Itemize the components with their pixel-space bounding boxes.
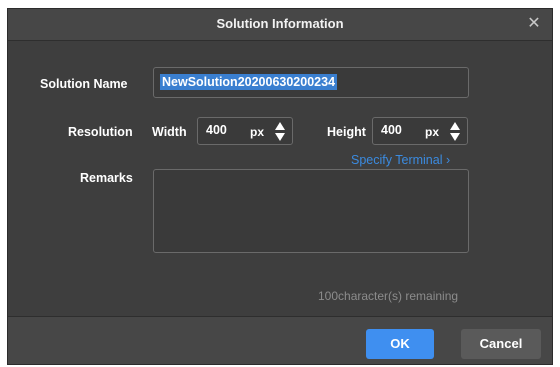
dialog-footer: OK Cancel	[8, 316, 552, 364]
remarks-character-counter: 100character(s) remaining	[318, 289, 459, 303]
arrow-down-icon[interactable]	[275, 133, 285, 141]
width-spin-arrows	[274, 121, 286, 143]
specify-terminal-link[interactable]: Specify Terminal ›	[351, 153, 450, 167]
width-value: 400	[206, 123, 227, 137]
dialog-title: Solution Information	[216, 16, 344, 31]
height-stepper[interactable]: 400 px	[372, 117, 468, 145]
width-unit: px	[250, 125, 265, 139]
close-icon[interactable]: ✕	[524, 14, 544, 34]
solution-name-value: NewSolution20200630200234	[160, 74, 338, 90]
solution-name-input[interactable]: NewSolution20200630200234	[153, 67, 469, 98]
remarks-label: Remarks	[80, 171, 133, 185]
height-label: Height	[327, 125, 366, 139]
ok-button[interactable]: OK	[366, 329, 434, 359]
height-value: 400	[381, 123, 402, 137]
arrow-down-icon[interactable]	[450, 133, 460, 141]
dialog-titlebar: Solution Information ✕	[8, 9, 552, 41]
width-label: Width	[152, 125, 187, 139]
solution-name-label: Solution Name	[40, 77, 128, 91]
solution-information-dialog: Solution Information ✕ Solution Name New…	[7, 8, 553, 365]
cancel-button[interactable]: Cancel	[461, 329, 541, 359]
height-unit: px	[425, 125, 440, 139]
resolution-label: Resolution	[68, 125, 133, 139]
width-stepper[interactable]: 400 px	[197, 117, 293, 145]
height-spin-arrows	[449, 121, 461, 143]
arrow-up-icon[interactable]	[275, 122, 285, 130]
arrow-up-icon[interactable]	[450, 122, 460, 130]
remarks-textarea[interactable]	[153, 169, 469, 253]
